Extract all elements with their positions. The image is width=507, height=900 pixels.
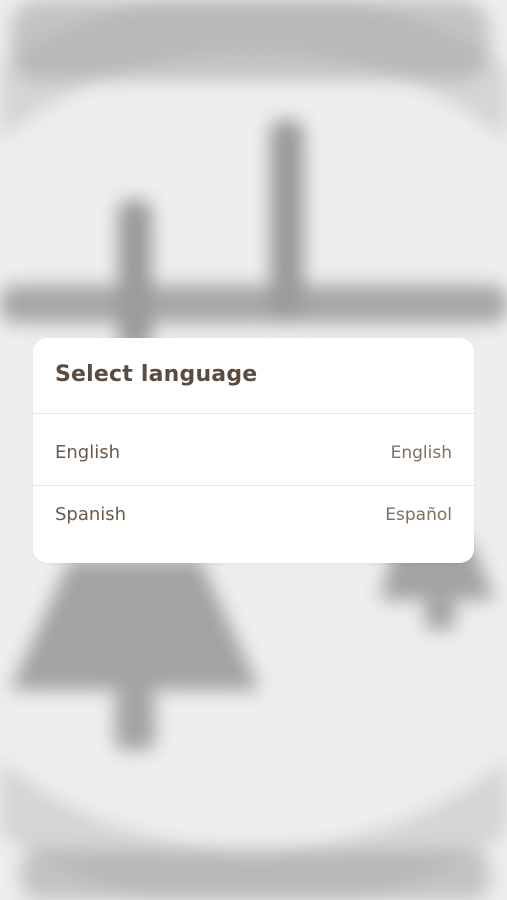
language-dialog: Select language English English Spanish … xyxy=(33,338,474,563)
divider xyxy=(33,413,474,414)
language-label: Spanish xyxy=(55,504,127,525)
app-screen: Select language English English Spanish … xyxy=(0,0,507,900)
language-label: English xyxy=(55,442,120,463)
dialog-title: Select language xyxy=(55,362,258,387)
language-option-spanish[interactable]: Spanish Español xyxy=(33,486,474,546)
language-option-english[interactable]: English English xyxy=(33,424,474,484)
language-native-name: English xyxy=(390,443,452,463)
language-native-name: Español xyxy=(385,505,452,525)
